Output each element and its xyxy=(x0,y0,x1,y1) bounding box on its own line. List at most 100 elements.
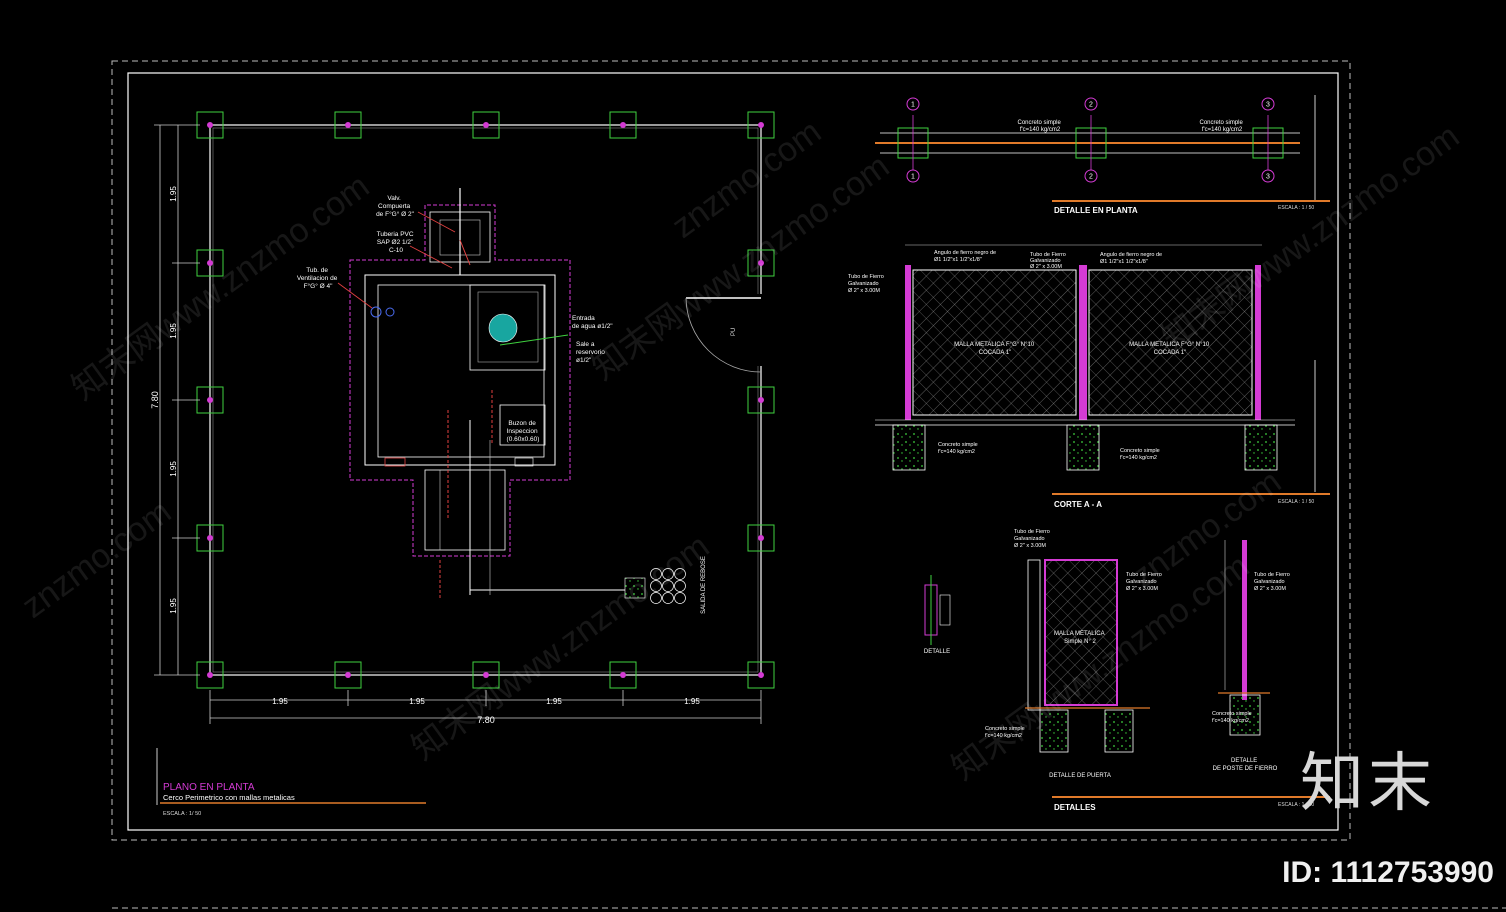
dim-v-total: 7.80 xyxy=(150,391,160,409)
detalles-malla-2: Simple N° 2 xyxy=(1064,639,1096,645)
fence-post xyxy=(207,122,213,128)
note-salida: SALIDA DE REBOSE xyxy=(701,556,707,614)
detalles-tube-2: Galvanizado xyxy=(1014,536,1045,542)
detalles-tube-9: Ø 2" x 3.00M xyxy=(1254,586,1286,592)
corte-mesh-4: COCADA 1" xyxy=(1154,350,1186,356)
svg-text:Concreto simple f'c=140: Concreto simple f'c=140 kg/cm2 xyxy=(938,442,979,455)
corte-angle-3: Angulo de fierro negro de xyxy=(1100,252,1162,258)
outlet-box xyxy=(624,577,646,599)
stone xyxy=(650,568,662,580)
note-outlet-1: Sale a xyxy=(576,341,595,348)
outer-border xyxy=(111,60,1351,841)
note-buzon-3: (0.60x0.60) xyxy=(507,436,540,443)
corte-title: CORTE A - A xyxy=(1054,500,1102,509)
axis-label: 1 xyxy=(911,174,915,181)
note-pvc-3: C-10 xyxy=(389,247,403,254)
dp-concrete-1: Concreto simple xyxy=(1017,120,1061,126)
svg-text:Concreto simple f'c=140: Concreto simple f'c=140 kg/cm2 xyxy=(1199,120,1244,133)
fence-post xyxy=(207,672,213,678)
detalle-poste-2: DE POSTE DE FIERRO xyxy=(1213,766,1278,772)
dp-title: DETALLE EN PLANTA xyxy=(1054,206,1138,215)
svg-text:Tubo de Fierro Galvaniza: Tubo de Fierro Galvanizado Ø 2" x 3.00M xyxy=(1014,529,1051,549)
door-gap xyxy=(752,294,768,366)
detalles-concrete-3: Concreto simple xyxy=(1212,711,1252,717)
fence-post xyxy=(345,122,351,128)
detalles-tube-5: Galvanizado xyxy=(1126,579,1157,585)
note-pvc-1: Tuberia PVC xyxy=(377,231,414,238)
dimension-lines xyxy=(154,124,762,724)
note-inlet-1: Entrada xyxy=(572,315,595,322)
corte-concrete-1: Concreto simple xyxy=(938,442,978,448)
axis-label: 3 xyxy=(1266,102,1270,109)
fence-post xyxy=(758,672,764,678)
svg-text:DETALLE DE POSTE DE FIER: DETALLE DE POSTE DE FIERRO xyxy=(1213,758,1278,772)
detalles-concrete-2: f'c=140 kg/cm2 xyxy=(985,733,1022,739)
detalle-puerta-label: DETALLE DE PUERTA xyxy=(1049,773,1111,779)
corte-mesh-1: MALLA METALICA F°G° N°10 xyxy=(954,342,1035,348)
stone xyxy=(650,580,662,592)
note-buzon-1: Buzon de xyxy=(508,420,536,427)
corte-tube-2: Galvanizado xyxy=(848,281,879,287)
svg-text:Concreto simple f'c=140: Concreto simple f'c=140 kg/cm2 xyxy=(1017,120,1062,133)
svg-text:Concreto simple f'c=140: Concreto simple f'c=140 kg/cm2 xyxy=(1212,711,1253,724)
dp-scale: ESCALA : 1 / 50 xyxy=(1278,205,1314,211)
detalles-tube-1: Tubo de Fierro xyxy=(1014,529,1050,535)
corte-scale: ESCALA : 1 / 50 xyxy=(1278,499,1314,505)
svg-text:Concreto simple f'c=140: Concreto simple f'c=140 kg/cm2 xyxy=(985,726,1026,739)
detalles-tube-7: Tubo de Fierro xyxy=(1254,572,1290,578)
corte-concrete-3: Concreto simple xyxy=(1120,448,1160,454)
detalle-small-label: DETALLE xyxy=(924,649,950,655)
fence-post xyxy=(758,260,764,266)
fence-post xyxy=(483,672,489,678)
svg-text:Sale a reservorio: Sale a reservorio ø1/2" xyxy=(576,341,607,364)
corte-angle-4: Ø1 1/2"x1 1/2"x1/8" xyxy=(1100,259,1148,265)
plan-subtitle: Cerco Perimetrico con mallas metalicas xyxy=(163,793,295,802)
stone xyxy=(674,592,686,604)
dim-v-1: 1.95 xyxy=(169,186,178,202)
pipe-markers xyxy=(439,239,493,600)
door-label: PU xyxy=(731,328,737,336)
fence-post xyxy=(207,397,213,403)
note-vent-2: Ventilacion de xyxy=(297,275,338,282)
corte-mesh-3: MALLA METALICA F°G° N°10 xyxy=(1129,342,1210,348)
detalles-tube-3: Ø 2" x 3.00M xyxy=(1014,543,1046,549)
svg-text:Angulo de fierro negro de: Angulo de fierro negro de Ø1 1/2"x1 1/2"… xyxy=(934,250,998,263)
svg-text:Tubo de Fierro Galvaniza: Tubo de Fierro Galvanizado Ø 2" x 3.00M xyxy=(1254,572,1291,592)
detalles-malla-1: MALLA METALICA xyxy=(1054,631,1105,637)
fence-post xyxy=(345,672,351,678)
brand-logo: 知末 xyxy=(1300,747,1436,821)
stone xyxy=(662,580,674,592)
stone xyxy=(662,568,674,580)
corte-tube-1: Tubo de Fierro xyxy=(848,274,884,280)
corte-concrete-2: f'c=140 kg/cm2 xyxy=(938,449,975,455)
svg-text:Tub. de Ventilacion de: Tub. de Ventilacion de F°G° Ø 4" xyxy=(297,267,339,290)
svg-text:Tubo de Fierro Galvaniza: Tubo de Fierro Galvanizado Ø 2" x 3.00M xyxy=(1126,572,1163,592)
dp-concrete-2: f'c=140 kg/cm2 xyxy=(1020,127,1061,133)
fence-post xyxy=(207,260,213,266)
detalles: DETALLE MALLA METALICA Simple N° 2 Tubo … xyxy=(924,529,1330,812)
fence-post xyxy=(758,122,764,128)
detalles-tube-6: Ø 2" x 3.00M xyxy=(1126,586,1158,592)
vent-pipe-icon-2 xyxy=(385,307,395,317)
plan-title: PLANO EN PLANTA xyxy=(163,782,255,793)
corte-mesh-2: COCADA 1" xyxy=(979,350,1011,356)
dim-h-total: 7.80 xyxy=(477,715,495,725)
note-valve-3: de F°G° Ø 2" xyxy=(376,210,415,218)
cad-drawing-sheet: PU 1.95 1.95 1.95 1.95 7.80 1.95 1.95 1.… xyxy=(111,60,1506,909)
note-vent-1: Tub. de xyxy=(306,267,328,274)
note-inlet-2: de agua ø1/2" xyxy=(572,323,613,330)
tank-hatch-icon xyxy=(488,313,518,343)
axis-label: 2 xyxy=(1089,174,1093,181)
corte-tube-3: Ø 2" x 3.00M xyxy=(848,288,880,294)
image-id: ID: 1112753990 xyxy=(1282,856,1494,889)
dim-h-3: 1.95 xyxy=(546,697,562,706)
note-outlet-3: ø1/2" xyxy=(576,357,592,364)
svg-text:Concreto simple f'c=140: Concreto simple f'c=140 kg/cm2 xyxy=(1120,448,1161,461)
fence-post xyxy=(483,122,489,128)
svg-text:Tuberia PVC SAP Ø2 1/2": Tuberia PVC SAP Ø2 1/2" C-10 xyxy=(377,231,416,254)
dp-concrete-4: f'c=140 kg/cm2 xyxy=(1202,127,1243,133)
detalle-en-planta: 1 1 2 2 3 3 Concreto simple f'c=140 kg/cm2 Co… xyxy=(875,95,1330,215)
dim-h-2: 1.95 xyxy=(409,697,425,706)
note-leaders xyxy=(337,211,456,309)
detalles-title: DETALLES xyxy=(1054,803,1096,812)
